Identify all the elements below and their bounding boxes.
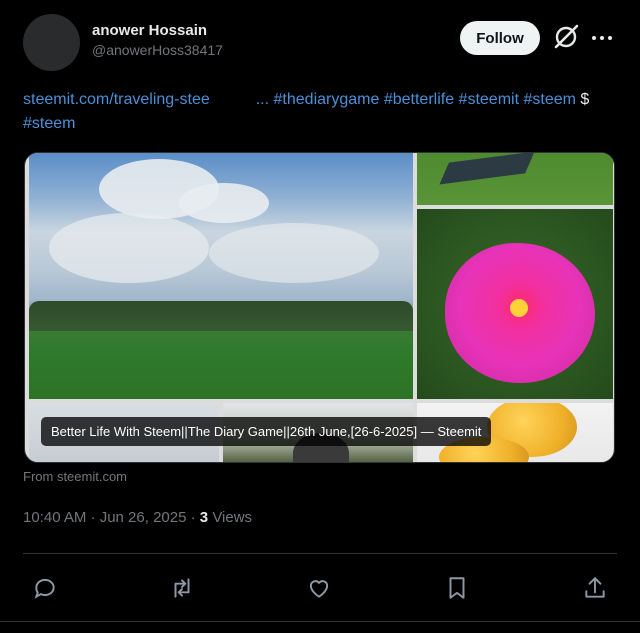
grok-icon[interactable] bbox=[553, 24, 579, 50]
meta-separator: · bbox=[190, 509, 196, 526]
hashtag-steem[interactable]: #steem bbox=[523, 91, 575, 108]
hashtag-thediarygame[interactable]: #thediarygame bbox=[274, 91, 380, 108]
author-name[interactable]: anower Hossain bbox=[92, 22, 207, 39]
repost-icon bbox=[174, 578, 190, 598]
dollar-sign: $ bbox=[580, 91, 590, 108]
post-link-ellipsis[interactable]: ... bbox=[256, 91, 269, 108]
photo-sky-field bbox=[29, 153, 413, 399]
post-text: steemit.com/traveling-stee... #thediaryg… bbox=[23, 88, 603, 136]
reply-icon bbox=[34, 578, 55, 599]
post-timestamp[interactable]: 10:40 AM · Jun 26, 2025 bbox=[23, 509, 186, 526]
repost-button[interactable] bbox=[166, 572, 198, 604]
bookmark-button[interactable] bbox=[441, 572, 473, 604]
action-bar bbox=[23, 572, 617, 604]
card-title[interactable]: Better Life With Steem||The Diary Game||… bbox=[41, 417, 492, 446]
share-icon bbox=[585, 577, 605, 598]
hashtag-steemit[interactable]: #steemit bbox=[459, 91, 519, 108]
more-icon[interactable] bbox=[591, 28, 613, 48]
divider bbox=[23, 553, 617, 554]
follow-button[interactable]: Follow bbox=[460, 21, 540, 55]
hashtag-betterlife[interactable]: #betterlife bbox=[384, 91, 454, 108]
author-handle[interactable]: @anowerHoss38417 bbox=[92, 42, 223, 58]
bookmark-icon bbox=[449, 577, 465, 599]
photo-grass bbox=[417, 153, 613, 205]
like-button[interactable] bbox=[303, 572, 335, 604]
avatar[interactable] bbox=[23, 14, 80, 71]
views-label: Views bbox=[212, 509, 253, 526]
post-link[interactable]: steemit.com/traveling-stee bbox=[23, 91, 210, 108]
divider-bottom bbox=[0, 621, 640, 622]
post-header: anower Hossain @anowerHoss38417 Follow bbox=[23, 14, 617, 72]
cashtag-steem[interactable]: #steem bbox=[23, 115, 75, 132]
card-source[interactable]: From steemit.com bbox=[23, 469, 127, 484]
photo-flower bbox=[417, 209, 613, 399]
like-icon bbox=[309, 580, 329, 598]
views-count: 3 bbox=[199, 509, 209, 526]
share-button[interactable] bbox=[579, 572, 611, 604]
post-meta: 10:40 AM · Jun 26, 2025 · 3 Views bbox=[23, 509, 252, 526]
reply-button[interactable] bbox=[29, 572, 61, 604]
